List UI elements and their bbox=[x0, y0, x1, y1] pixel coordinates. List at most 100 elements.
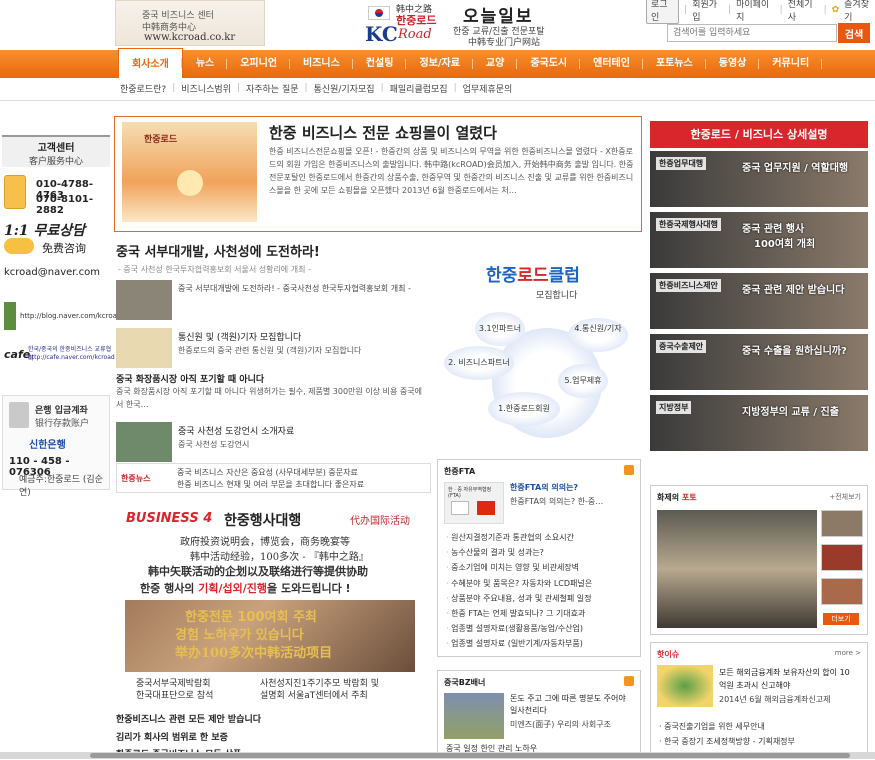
nav-item[interactable]: 오피니언 bbox=[227, 50, 290, 78]
bz-title[interactable]: 일사천리다 bbox=[510, 705, 547, 716]
search-button[interactable]: 검색 bbox=[838, 23, 870, 43]
article-thumbnail[interactable] bbox=[116, 422, 172, 462]
fta-image[interactable]: 한 · 중 자유무역협정(FTA) bbox=[444, 482, 504, 524]
nav-item[interactable]: 교양 bbox=[473, 50, 518, 78]
article-item[interactable]: 중국 사천성 도강언시 소개자료 중국 사천성 도강언시 bbox=[116, 422, 426, 462]
hot-more-link[interactable]: more > bbox=[835, 649, 861, 657]
rss-icon[interactable] bbox=[624, 465, 634, 475]
club-title-a: 한중 bbox=[486, 266, 518, 286]
fta-list-item[interactable]: 중소기업에 미치는 영향 및 비관세장벽 bbox=[446, 562, 592, 577]
feature-title[interactable]: 한중 비즈니스 전문 쇼핑몰이 열렸다 bbox=[269, 122, 497, 143]
article-title[interactable]: 통신원 및 (객원)기자 모집합니다 bbox=[178, 330, 301, 343]
signup-link[interactable]: 회원가입 bbox=[692, 0, 723, 23]
hot-item[interactable]: · 한국 중장기 조세정책방향 - 기획재정부 bbox=[659, 736, 795, 747]
promo-banner[interactable]: 한중국제행사대행 중국 관련 행사 100여회 개최 bbox=[650, 212, 868, 268]
photo-main[interactable]: 하얼빈 빙설제를 가다 bbox=[657, 510, 817, 648]
login-button[interactable]: 로그인 bbox=[646, 0, 680, 24]
hot-item[interactable]: · 중국진출기업을 위한 세무안내 bbox=[659, 721, 765, 732]
news-line[interactable]: 중국 비즈니스 자산은 중요성 (사무대세부분) 중문자료 bbox=[177, 467, 358, 478]
photo-thumb[interactable] bbox=[821, 578, 863, 605]
fta-list-item[interactable]: 원산지결정기준과 통관협의 소요시간 bbox=[446, 532, 592, 547]
nav-item[interactable]: 정보/자료 bbox=[406, 50, 474, 78]
photo-more-button[interactable]: 더보기 bbox=[823, 613, 859, 625]
bz-title[interactable]: 돈도 주고 그에 따른 명분도 주어야 bbox=[510, 693, 626, 704]
promo-banner[interactable]: 한중업무대행 중국 업무지원 / 역할대행 bbox=[650, 151, 868, 207]
promo-banner[interactable]: 한중비즈니스제안 중국 관련 제안 받습니다 bbox=[650, 273, 868, 329]
photo-more-link[interactable]: +전체보기 bbox=[829, 492, 861, 502]
subnav-item[interactable]: 한중로드란? bbox=[120, 82, 166, 95]
nav-item[interactable]: 비즈니스 bbox=[290, 50, 353, 78]
nav-item[interactable]: 엔터테인 bbox=[580, 50, 643, 78]
business-link[interactable]: 한중비즈니스 관련 모든 제안 받습니다 bbox=[116, 712, 261, 725]
fta-list-item[interactable]: 농수산물의 결과 및 성과는? bbox=[446, 547, 592, 562]
nav-item[interactable]: 포토뉴스 bbox=[643, 50, 706, 78]
search-input[interactable] bbox=[667, 24, 837, 42]
photo-thumb[interactable] bbox=[821, 544, 863, 571]
separator: | bbox=[304, 83, 308, 93]
cs-title: 고객센터 bbox=[37, 143, 75, 154]
cafe-link[interactable]: cafe 한국/중국의 한중비즈니스 교류협회 http://cafe.nave… bbox=[4, 342, 115, 372]
favorites-link[interactable]: 즐겨찾기 bbox=[844, 0, 875, 23]
business-banner[interactable]: BUSINESS 4 한중행사대행 代办国际活动 政府投资说明会，博览会，商务晚… bbox=[120, 508, 420, 708]
hot-title[interactable]: 모든 해외금융계좌 보유자산의 합이 10 bbox=[719, 667, 850, 678]
business-title: 한중행사대행 bbox=[224, 513, 302, 529]
nav-item[interactable]: 컨설팅 bbox=[353, 50, 407, 78]
rss-icon[interactable] bbox=[624, 676, 634, 686]
nav-item[interactable]: 커뮤니티 bbox=[759, 50, 822, 78]
fta-list-item[interactable]: 업종별 설명자료 (일반기계/자동차부품) bbox=[446, 638, 592, 653]
news-line[interactable]: 한중 비즈니스 현재 및 여러 부문을 초대합니다 좋은자료 bbox=[177, 479, 364, 490]
article-item[interactable]: 중국 서부대개발에 도전하라! - 중국사천성 한국투자협력홍보회 개최 - bbox=[116, 280, 426, 322]
club-banner[interactable]: 한중로드클럽 모집합니다 3.1인파트너 4.통신원/기자 2. 비즈니스파트너… bbox=[440, 246, 640, 446]
feature-article[interactable]: 한중로드 한중 비즈니스 전문 쇼핑몰이 열렸다 한중 비즈니스전문쇼핑몰 오픈… bbox=[114, 116, 642, 232]
subnav-item[interactable]: 비즈니스범위 bbox=[181, 82, 231, 95]
article-title[interactable]: 중국 서부대개발에 도전하라! - 중국사천성 한국투자협력홍보회 개최 - bbox=[178, 282, 418, 295]
fta-list-item[interactable]: 한중 FTA는 언제 발효되나? 그 기대효과 bbox=[446, 608, 592, 623]
fta-list-item[interactable]: 상품분야 주요내용, 성과 및 관세철폐 일정 bbox=[446, 593, 592, 608]
nav-item[interactable]: 중국도시 bbox=[517, 50, 580, 78]
fta-header: 한중FTA bbox=[444, 467, 476, 476]
separator: | bbox=[236, 83, 240, 93]
photo-thumb[interactable] bbox=[821, 510, 863, 537]
hot-image[interactable] bbox=[657, 665, 713, 707]
china-headline[interactable]: 중국 서부대개발, 사천성에 도전하라! bbox=[116, 241, 320, 260]
promo-title: 중국 관련 제안 받습니다 bbox=[742, 285, 845, 296]
article-item[interactable]: 통신원 및 (객원)기자 모집합니다 한중로드의 중국 관련 통신원 및 (객원… bbox=[116, 328, 426, 368]
cosmetics-title[interactable]: 중국 화장품시장 아직 포기할 때 아니다 bbox=[116, 372, 264, 385]
nav-item[interactable]: 뉴스 bbox=[183, 50, 228, 78]
mypage-link[interactable]: 마이페이지 bbox=[736, 0, 775, 23]
article-thumbnail[interactable] bbox=[116, 280, 172, 320]
separator: | bbox=[684, 5, 688, 15]
subnav-item[interactable]: 자주하는 질문 bbox=[246, 82, 299, 95]
blog-link[interactable]: http://blog.naver.com/kcroad bbox=[4, 302, 121, 332]
logo-left-banner[interactable]: 중국 비즈니스 센터 中韩商务中心 www.kcroad.co.kr bbox=[115, 0, 265, 46]
all-articles-link[interactable]: 전체기사 bbox=[788, 0, 819, 23]
photo-text: 举办100多次中韩活动项目 bbox=[175, 646, 333, 661]
promo-banner[interactable]: 지방정부 지방정부의 교류 / 진출 bbox=[650, 395, 868, 451]
nav-item[interactable]: 동영상 bbox=[706, 50, 760, 78]
nav-item[interactable]: 회사소개 bbox=[118, 48, 183, 78]
subnav-item[interactable]: 통신원/기자모집 bbox=[314, 82, 375, 95]
free-consult[interactable]: 1:1 무료상담 免费咨询 bbox=[4, 220, 110, 256]
brand-logo[interactable]: 韩中之路 한중로드 KC Road 오늘일보 한중 교류/진출 전문포탈 中韩专… bbox=[365, 0, 565, 48]
article-desc: 중국 사천성 도강언시 bbox=[178, 440, 250, 449]
business-detail-header[interactable]: 한중로드 / 비즈니스 상세설명 bbox=[650, 121, 868, 148]
cafe-label: cafe bbox=[4, 348, 31, 361]
promo-banner[interactable]: 중국수출제안 중국 수출을 원하십니까? bbox=[650, 334, 868, 390]
business-link[interactable]: 김리가 회사의 범위로 한 보증 bbox=[116, 730, 228, 743]
email-link[interactable]: kcroad@naver.com bbox=[4, 267, 100, 278]
subnav-item[interactable]: 업무제휴문의 bbox=[463, 82, 513, 95]
fta-title[interactable]: 한중FTA의 의의는? bbox=[510, 482, 578, 493]
hot-title[interactable]: 억원 초과시 신고해야 bbox=[719, 680, 790, 691]
china-flag-icon bbox=[477, 501, 495, 515]
news-ticker[interactable]: 한중뉴스 중국 비즈니스 자산은 중요성 (사무대세부분) 중문자료 한중 비즈… bbox=[116, 463, 431, 493]
bz-image[interactable] bbox=[444, 693, 504, 739]
subnav-item[interactable]: 패밀리클럽모집 bbox=[390, 82, 448, 95]
brand-road: Road bbox=[398, 27, 432, 42]
feature-image[interactable]: 한중로드 bbox=[122, 122, 257, 222]
fta-list-item[interactable]: 수혜분야 및 품목은? 자동차와 LCD패널은 bbox=[446, 578, 592, 593]
fta-list-item[interactable]: 업종별 설명자료(생활용품/농업/수산업) bbox=[446, 623, 592, 638]
article-thumbnail[interactable] bbox=[116, 328, 172, 368]
scrollbar-thumb[interactable] bbox=[90, 753, 850, 758]
article-title[interactable]: 중국 사천성 도강언시 소개자료 bbox=[178, 424, 294, 437]
korea-flag-icon bbox=[368, 6, 390, 20]
